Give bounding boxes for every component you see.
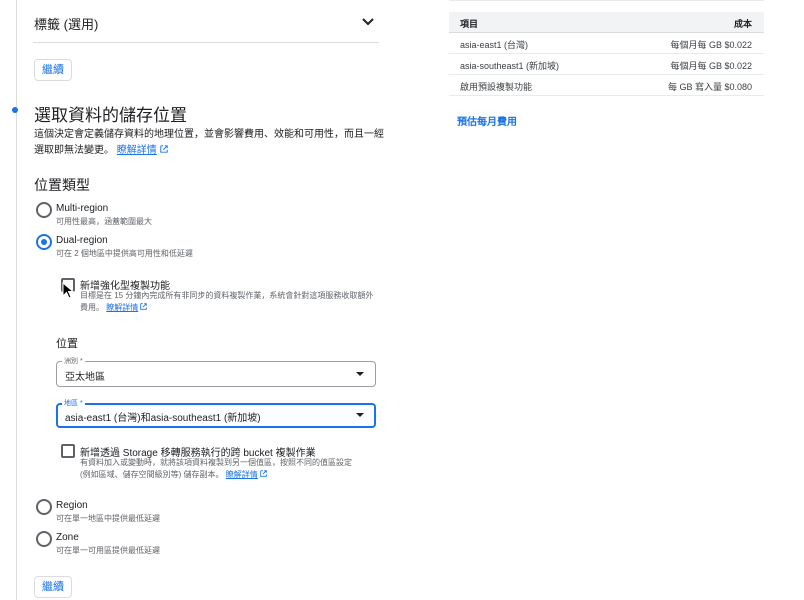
- row-item: asia-southeast1 (新加坡): [460, 61, 560, 71]
- option-description: 可在單一地區中提供最低延遲: [56, 514, 160, 523]
- section-title: 選取資料的儲存位置: [34, 106, 187, 125]
- continue-button[interactable]: 繼續: [34, 59, 72, 81]
- header-cost: 成本: [733, 19, 752, 29]
- learn-more-link[interactable]: 瞭解詳情: [106, 303, 138, 312]
- option-label: Dual-region: [56, 235, 108, 246]
- cost-table-header: 項目 成本: [449, 12, 764, 33]
- table-row: 啟用預設複製功能 每 GB 寫入量 $0.080: [449, 75, 764, 96]
- row-cost: 每個月每 GB $0.022: [670, 61, 752, 71]
- estimate-monthly-cost-link[interactable]: 預估每月費用: [457, 113, 517, 128]
- mouse-cursor-icon: [62, 282, 75, 299]
- radio-dual-region[interactable]: [36, 234, 52, 250]
- cross-bucket-desc-line2-text: (例如區域、儲存空間級別等) 儲存副本。: [80, 470, 224, 479]
- cross-bucket-desc-line1: 有資料加入或變動時，就將該項資料複製到另一個值區，按照不同的值區設定: [80, 458, 352, 467]
- labels-section-title[interactable]: 標籤 (選用): [34, 14, 98, 33]
- description-text: 這個決定會定義儲存資料的地理位置，並會影響費用、效能和可用性，而且一經選取即無法…: [34, 129, 384, 156]
- location-title: 位置: [56, 338, 78, 350]
- regions-select-value: asia-east1 (台灣)和asia-southeast1 (新加坡): [65, 413, 261, 424]
- cross-bucket-replication-checkbox[interactable]: [61, 444, 75, 458]
- row-cost: 每個月每 GB $0.022: [670, 40, 752, 50]
- external-link-icon: [159, 145, 168, 153]
- stepper-line: [16, 0, 17, 600]
- option-label: Region: [56, 500, 88, 511]
- regions-select-label: 地區 *: [62, 398, 85, 408]
- continue-button[interactable]: 繼續: [34, 576, 72, 598]
- option-label: Zone: [56, 532, 79, 543]
- continent-select-label: 洲別 *: [62, 356, 85, 366]
- step-indicator-dot: [12, 107, 18, 113]
- divider: [33, 42, 379, 43]
- continent-select-value: 亞太地區: [65, 372, 105, 383]
- dropdown-arrow-icon: [356, 372, 364, 376]
- radio-region[interactable]: [36, 499, 52, 515]
- location-type-title: 位置類型: [34, 177, 90, 193]
- turbo-replication-description: 目標是在 15 分鐘內完成所有非同步的資料複製作業，系統會針對這項服務收取額外費…: [80, 290, 380, 314]
- cross-bucket-desc-line2: (例如區域、儲存空間級別等) 儲存副本。 瞭解詳情: [80, 469, 267, 481]
- option-description: 可在單一可用區提供最低延遲: [56, 546, 160, 555]
- table-top-border: [449, 0, 764, 1]
- option-label: Multi-region: [56, 203, 109, 214]
- row-cost: 每 GB 寫入量 $0.080: [667, 82, 752, 92]
- header-item: 項目: [460, 19, 479, 29]
- option-description: 可用性最高，涵蓋範圍最大: [56, 217, 152, 226]
- table-row: asia-east1 (台灣) 每個月每 GB $0.022: [449, 33, 764, 54]
- external-link-icon: [140, 303, 148, 310]
- radio-zone[interactable]: [36, 531, 52, 547]
- external-link-icon: [260, 470, 267, 477]
- option-description: 可在 2 個地區中提供高可用性和低延遲: [56, 249, 193, 258]
- chevron-down-icon[interactable]: [358, 12, 378, 32]
- section-description: 這個決定會定義儲存資料的地理位置，並會影響費用、效能和可用性，而且一經選取即無法…: [34, 127, 384, 159]
- learn-more-link[interactable]: 瞭解詳情: [117, 145, 157, 156]
- learn-more-link[interactable]: 瞭解詳情: [226, 470, 258, 479]
- radio-multi-region[interactable]: [36, 202, 52, 218]
- dropdown-arrow-icon: [356, 413, 364, 417]
- row-item: 啟用預設複製功能: [460, 82, 533, 92]
- table-row: asia-southeast1 (新加坡) 每個月每 GB $0.022: [449, 54, 764, 75]
- row-item: asia-east1 (台灣): [460, 40, 529, 50]
